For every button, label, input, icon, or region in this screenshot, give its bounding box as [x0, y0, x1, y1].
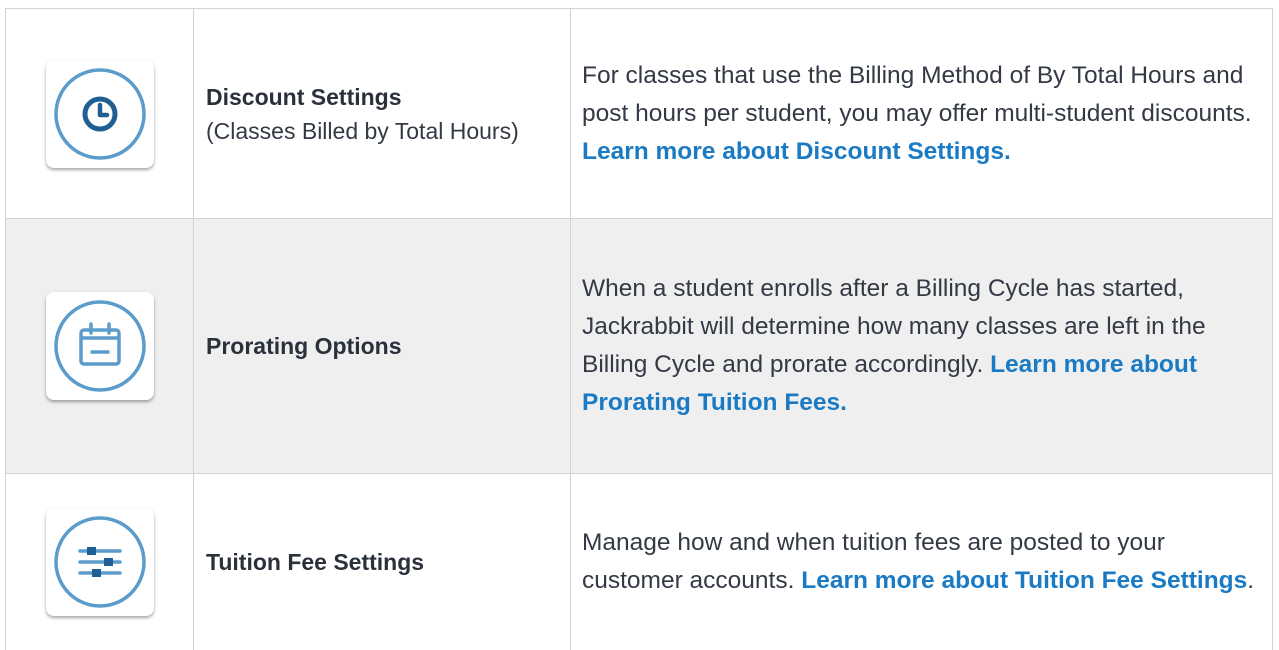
- sliders-icon: [46, 508, 154, 616]
- row-title: Discount Settings: [206, 83, 402, 110]
- title-cell: Discount Settings (Classes Billed by Tot…: [193, 8, 571, 219]
- learn-more-link[interactable]: Learn more about Discount Settings.: [582, 138, 1011, 165]
- icon-cell: [5, 473, 194, 650]
- calendar-icon: [46, 292, 154, 400]
- settings-table: Discount Settings (Classes Billed by Tot…: [5, 8, 1273, 650]
- row-description: For classes that use the Billing Method …: [582, 61, 1252, 127]
- description-cell: For classes that use the Billing Method …: [570, 8, 1273, 219]
- table-row: Discount Settings (Classes Billed by Tot…: [5, 8, 1273, 219]
- title-cell: Tuition Fee Settings: [193, 473, 571, 650]
- description-cell: When a student enrolls after a Billing C…: [570, 218, 1273, 474]
- row-title: Tuition Fee Settings: [206, 549, 425, 575]
- trailing-period: .: [1247, 567, 1255, 594]
- row-subtitle: (Classes Billed by Total Hours): [206, 117, 519, 144]
- title-cell: Prorating Options: [193, 218, 571, 474]
- clock-icon: [46, 59, 154, 168]
- description-cell: Manage how and when tuition fees are pos…: [570, 473, 1273, 650]
- table-row: Prorating Options When a student enrolls…: [5, 218, 1273, 474]
- table-row: Tuition Fee Settings Manage how and when…: [5, 473, 1273, 650]
- row-title: Prorating Options: [206, 333, 402, 359]
- learn-more-link[interactable]: Learn more about Tuition Fee Settings: [801, 567, 1247, 594]
- icon-cell: [5, 218, 194, 474]
- icon-cell: [5, 8, 194, 219]
